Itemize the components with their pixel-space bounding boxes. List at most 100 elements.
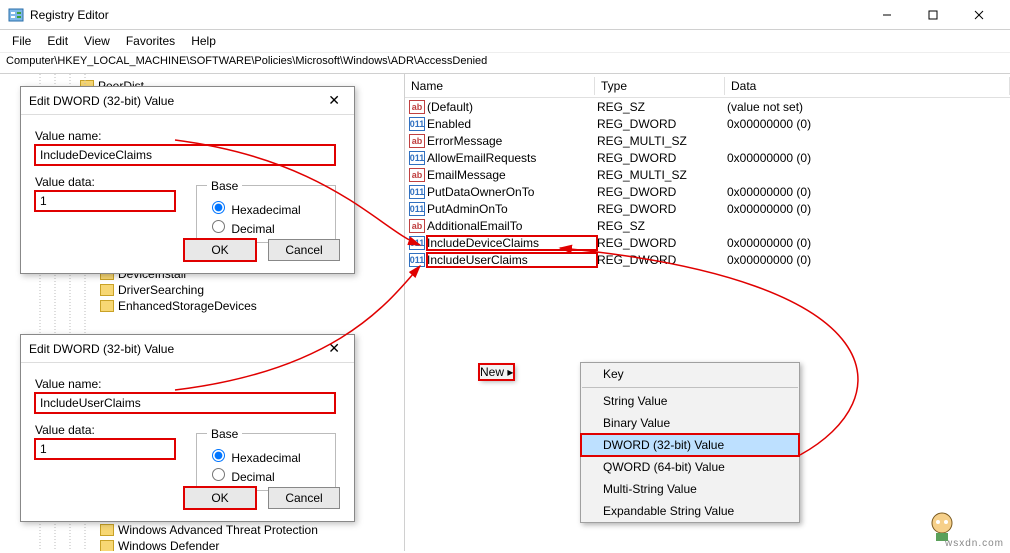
list-row[interactable]: ab(Default)REG_SZ(value not set) xyxy=(405,98,1010,115)
value-name-label: Value name: xyxy=(35,377,340,391)
address-bar[interactable]: Computer\HKEY_LOCAL_MACHINE\SOFTWARE\Pol… xyxy=(0,52,1010,74)
maximize-button[interactable] xyxy=(910,0,956,30)
list-row[interactable]: 011AllowEmailRequestsREG_DWORD0x00000000… xyxy=(405,149,1010,166)
folder-icon xyxy=(100,524,114,536)
dialog-title: Edit DWORD (32-bit) Value xyxy=(29,94,174,108)
context-menu: Key String Value Binary Value DWORD (32-… xyxy=(580,362,800,523)
menu-file[interactable]: File xyxy=(4,32,39,50)
ctx-qword[interactable]: QWORD (64-bit) Value xyxy=(581,456,799,478)
value-data-input[interactable] xyxy=(35,191,175,211)
dword-value-icon: 011 xyxy=(409,117,425,131)
string-value-icon: ab xyxy=(409,134,425,148)
edit-dword-dialog-1: Edit DWORD (32-bit) Value ✕ Value name: … xyxy=(20,86,355,274)
value-name: IncludeUserClaims xyxy=(427,253,597,267)
folder-icon xyxy=(100,540,114,551)
value-name: AllowEmailRequests xyxy=(427,151,597,165)
tree-item[interactable]: EnhancedStorageDevices xyxy=(100,298,257,314)
base-group-label: Base xyxy=(207,427,242,441)
tree-item[interactable]: Windows Advanced Threat Protection xyxy=(100,522,318,538)
ok-button[interactable]: OK xyxy=(184,239,256,261)
base-group-label: Base xyxy=(207,179,242,193)
value-data: 0x00000000 (0) xyxy=(727,117,1010,131)
value-name-input[interactable] xyxy=(35,145,335,165)
value-type: REG_DWORD xyxy=(597,185,727,199)
list-row[interactable]: 011IncludeDeviceClaimsREG_DWORD0x0000000… xyxy=(405,234,1010,251)
value-type: REG_DWORD xyxy=(597,117,727,131)
dword-value-icon: 011 xyxy=(409,151,425,165)
dword-value-icon: 011 xyxy=(409,202,425,216)
col-type[interactable]: Type xyxy=(595,77,725,95)
watermark: wsxdn.com xyxy=(945,538,1004,549)
col-name[interactable]: Name xyxy=(405,77,595,95)
value-data-input[interactable] xyxy=(35,439,175,459)
value-name: AdditionalEmailTo xyxy=(427,219,597,233)
string-value-icon: ab xyxy=(409,168,425,182)
list-row[interactable]: abEmailMessageREG_MULTI_SZ xyxy=(405,166,1010,183)
value-type: REG_DWORD xyxy=(597,151,727,165)
ctx-expstring[interactable]: Expandable String Value xyxy=(581,500,799,522)
dword-value-icon: 011 xyxy=(409,185,425,199)
folder-icon xyxy=(100,284,114,296)
list-row[interactable]: 011PutDataOwnerOnToREG_DWORD0x00000000 (… xyxy=(405,183,1010,200)
value-name-input[interactable] xyxy=(35,393,335,413)
value-name: PutDataOwnerOnTo xyxy=(427,185,597,199)
registry-icon xyxy=(8,7,24,23)
value-name: IncludeDeviceClaims xyxy=(427,236,597,250)
value-type: REG_SZ xyxy=(597,100,727,114)
edit-dword-dialog-2: Edit DWORD (32-bit) Value ✕ Value name: … xyxy=(20,334,355,522)
context-new[interactable]: New ▸ xyxy=(479,364,514,380)
tree-item[interactable]: Windows Defender xyxy=(100,538,318,551)
value-data: 0x00000000 (0) xyxy=(727,185,1010,199)
titlebar: Registry Editor xyxy=(0,0,1010,30)
list-row[interactable]: 011IncludeUserClaimsREG_DWORD0x00000000 … xyxy=(405,251,1010,268)
menubar: File Edit View Favorites Help xyxy=(0,30,1010,52)
submenu-arrow-icon: ▸ xyxy=(507,365,513,379)
list-row[interactable]: 011PutAdminOnToREG_DWORD0x00000000 (0) xyxy=(405,200,1010,217)
ctx-key[interactable]: Key xyxy=(581,363,799,385)
menu-favorites[interactable]: Favorites xyxy=(118,32,183,50)
cancel-button[interactable]: Cancel xyxy=(268,487,340,509)
value-name: PutAdminOnTo xyxy=(427,202,597,216)
hex-radio[interactable] xyxy=(212,201,225,214)
dec-radio[interactable] xyxy=(212,468,225,481)
value-type: REG_DWORD xyxy=(597,236,727,250)
value-name: (Default) xyxy=(427,100,597,114)
dword-value-icon: 011 xyxy=(409,236,425,250)
value-data: (value not set) xyxy=(727,100,1010,114)
value-name-label: Value name: xyxy=(35,129,340,143)
ok-button[interactable]: OK xyxy=(184,487,256,509)
minimize-button[interactable] xyxy=(864,0,910,30)
list-row[interactable]: abAdditionalEmailToREG_SZ xyxy=(405,217,1010,234)
value-type: REG_DWORD xyxy=(597,253,727,267)
list-row[interactable]: abErrorMessageREG_MULTI_SZ xyxy=(405,132,1010,149)
value-name: ErrorMessage xyxy=(427,134,597,148)
list-header: Name Type Data xyxy=(405,74,1010,98)
list-row[interactable]: 011EnabledREG_DWORD0x00000000 (0) xyxy=(405,115,1010,132)
ctx-string[interactable]: String Value xyxy=(581,390,799,412)
value-type: REG_DWORD xyxy=(597,202,727,216)
string-value-icon: ab xyxy=(409,100,425,114)
menu-edit[interactable]: Edit xyxy=(39,32,76,50)
menu-view[interactable]: View xyxy=(76,32,118,50)
cancel-button[interactable]: Cancel xyxy=(268,239,340,261)
ctx-dword[interactable]: DWORD (32-bit) Value xyxy=(581,434,799,456)
close-button[interactable] xyxy=(956,0,1002,30)
tree-item[interactable]: DriverSearching xyxy=(100,282,257,298)
dialog-title: Edit DWORD (32-bit) Value xyxy=(29,342,174,356)
dword-value-icon: 011 xyxy=(409,253,425,267)
col-data[interactable]: Data xyxy=(725,77,1010,95)
value-data: 0x00000000 (0) xyxy=(727,253,1010,267)
ctx-binary[interactable]: Binary Value xyxy=(581,412,799,434)
value-data: 0x00000000 (0) xyxy=(727,202,1010,216)
separator xyxy=(582,387,798,388)
menu-help[interactable]: Help xyxy=(183,32,224,50)
close-icon[interactable]: ✕ xyxy=(322,340,346,357)
value-name: EmailMessage xyxy=(427,168,597,182)
hex-radio[interactable] xyxy=(212,449,225,462)
window-title: Registry Editor xyxy=(30,8,109,22)
value-type: REG_SZ xyxy=(597,219,727,233)
value-data: 0x00000000 (0) xyxy=(727,236,1010,250)
close-icon[interactable]: ✕ xyxy=(322,92,346,109)
ctx-multistring[interactable]: Multi-String Value xyxy=(581,478,799,500)
dec-radio[interactable] xyxy=(212,220,225,233)
